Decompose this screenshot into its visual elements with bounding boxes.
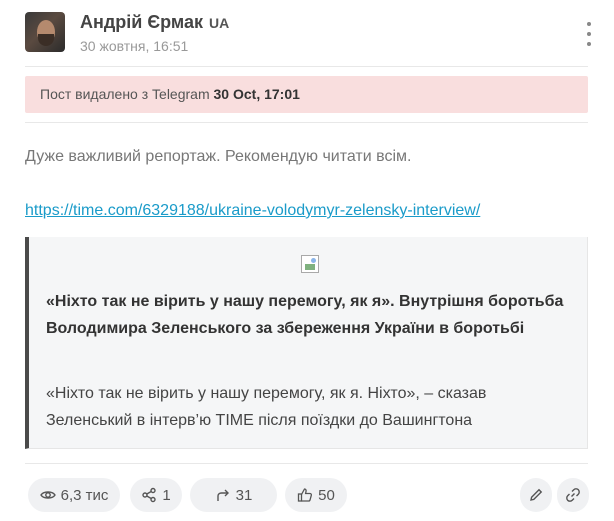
copy-link-button[interactable] (557, 478, 589, 512)
shares-button[interactable]: 1 (130, 478, 182, 512)
post-link[interactable]: https://time.com/6329188/ukraine-volodym… (25, 202, 480, 220)
pencil-icon (530, 488, 543, 501)
avatar[interactable] (25, 12, 65, 52)
vertical-dots-icon[interactable] (586, 22, 592, 46)
forward-icon (216, 489, 229, 501)
link-icon (566, 488, 580, 502)
dot (587, 42, 591, 46)
deleted-banner-text: Пост видалено з Telegram (40, 86, 210, 102)
post-date: 30 жовтня, 16:51 (80, 38, 189, 54)
edit-button[interactable] (520, 478, 552, 512)
post-text: Дуже важливий репортаж. Рекомендую читат… (25, 148, 412, 165)
footer-divider (25, 463, 588, 464)
forwards-button[interactable]: 31 (190, 478, 277, 512)
eye-icon (39, 491, 56, 499)
reactions-button[interactable]: 50 (285, 478, 347, 512)
views-count: 6,3 тис (60, 486, 109, 504)
preview-title: «Ніхто так не вірить у нашу перемогу, як… (46, 293, 564, 337)
views-button[interactable]: 6,3 тис (28, 478, 120, 512)
broken-image-icon (301, 255, 319, 273)
reactions-count: 50 (318, 486, 335, 504)
share-icon (142, 487, 157, 503)
lang-badge: UA (209, 15, 230, 31)
thumbs-up-icon (298, 488, 313, 502)
deleted-banner: Пост видалено з Telegram 30 Oct, 17:01 (25, 76, 588, 113)
forwards-count: 31 (235, 486, 253, 504)
banner-divider (25, 122, 588, 123)
deleted-timestamp: 30 Oct, 17:01 (213, 86, 300, 102)
link-preview[interactable]: «Ніхто так не вірить у нашу перемогу, як… (25, 237, 588, 449)
dot (587, 32, 591, 36)
preview-description: «Ніхто так не вірить у нашу перемогу, як… (46, 385, 487, 429)
post-header: Андрій Єрмак UA 30 жовтня, 16:51 (25, 12, 600, 56)
post-footer: 6,3 тис 1 31 50 (25, 478, 589, 514)
channel-name[interactable]: Андрій Єрмак UA (80, 12, 229, 33)
dot (587, 22, 591, 26)
header-divider (25, 66, 588, 67)
shares-count: 1 (162, 486, 171, 504)
avatar-beard (38, 34, 54, 46)
channel-name-text: Андрій Єрмак (80, 12, 204, 32)
